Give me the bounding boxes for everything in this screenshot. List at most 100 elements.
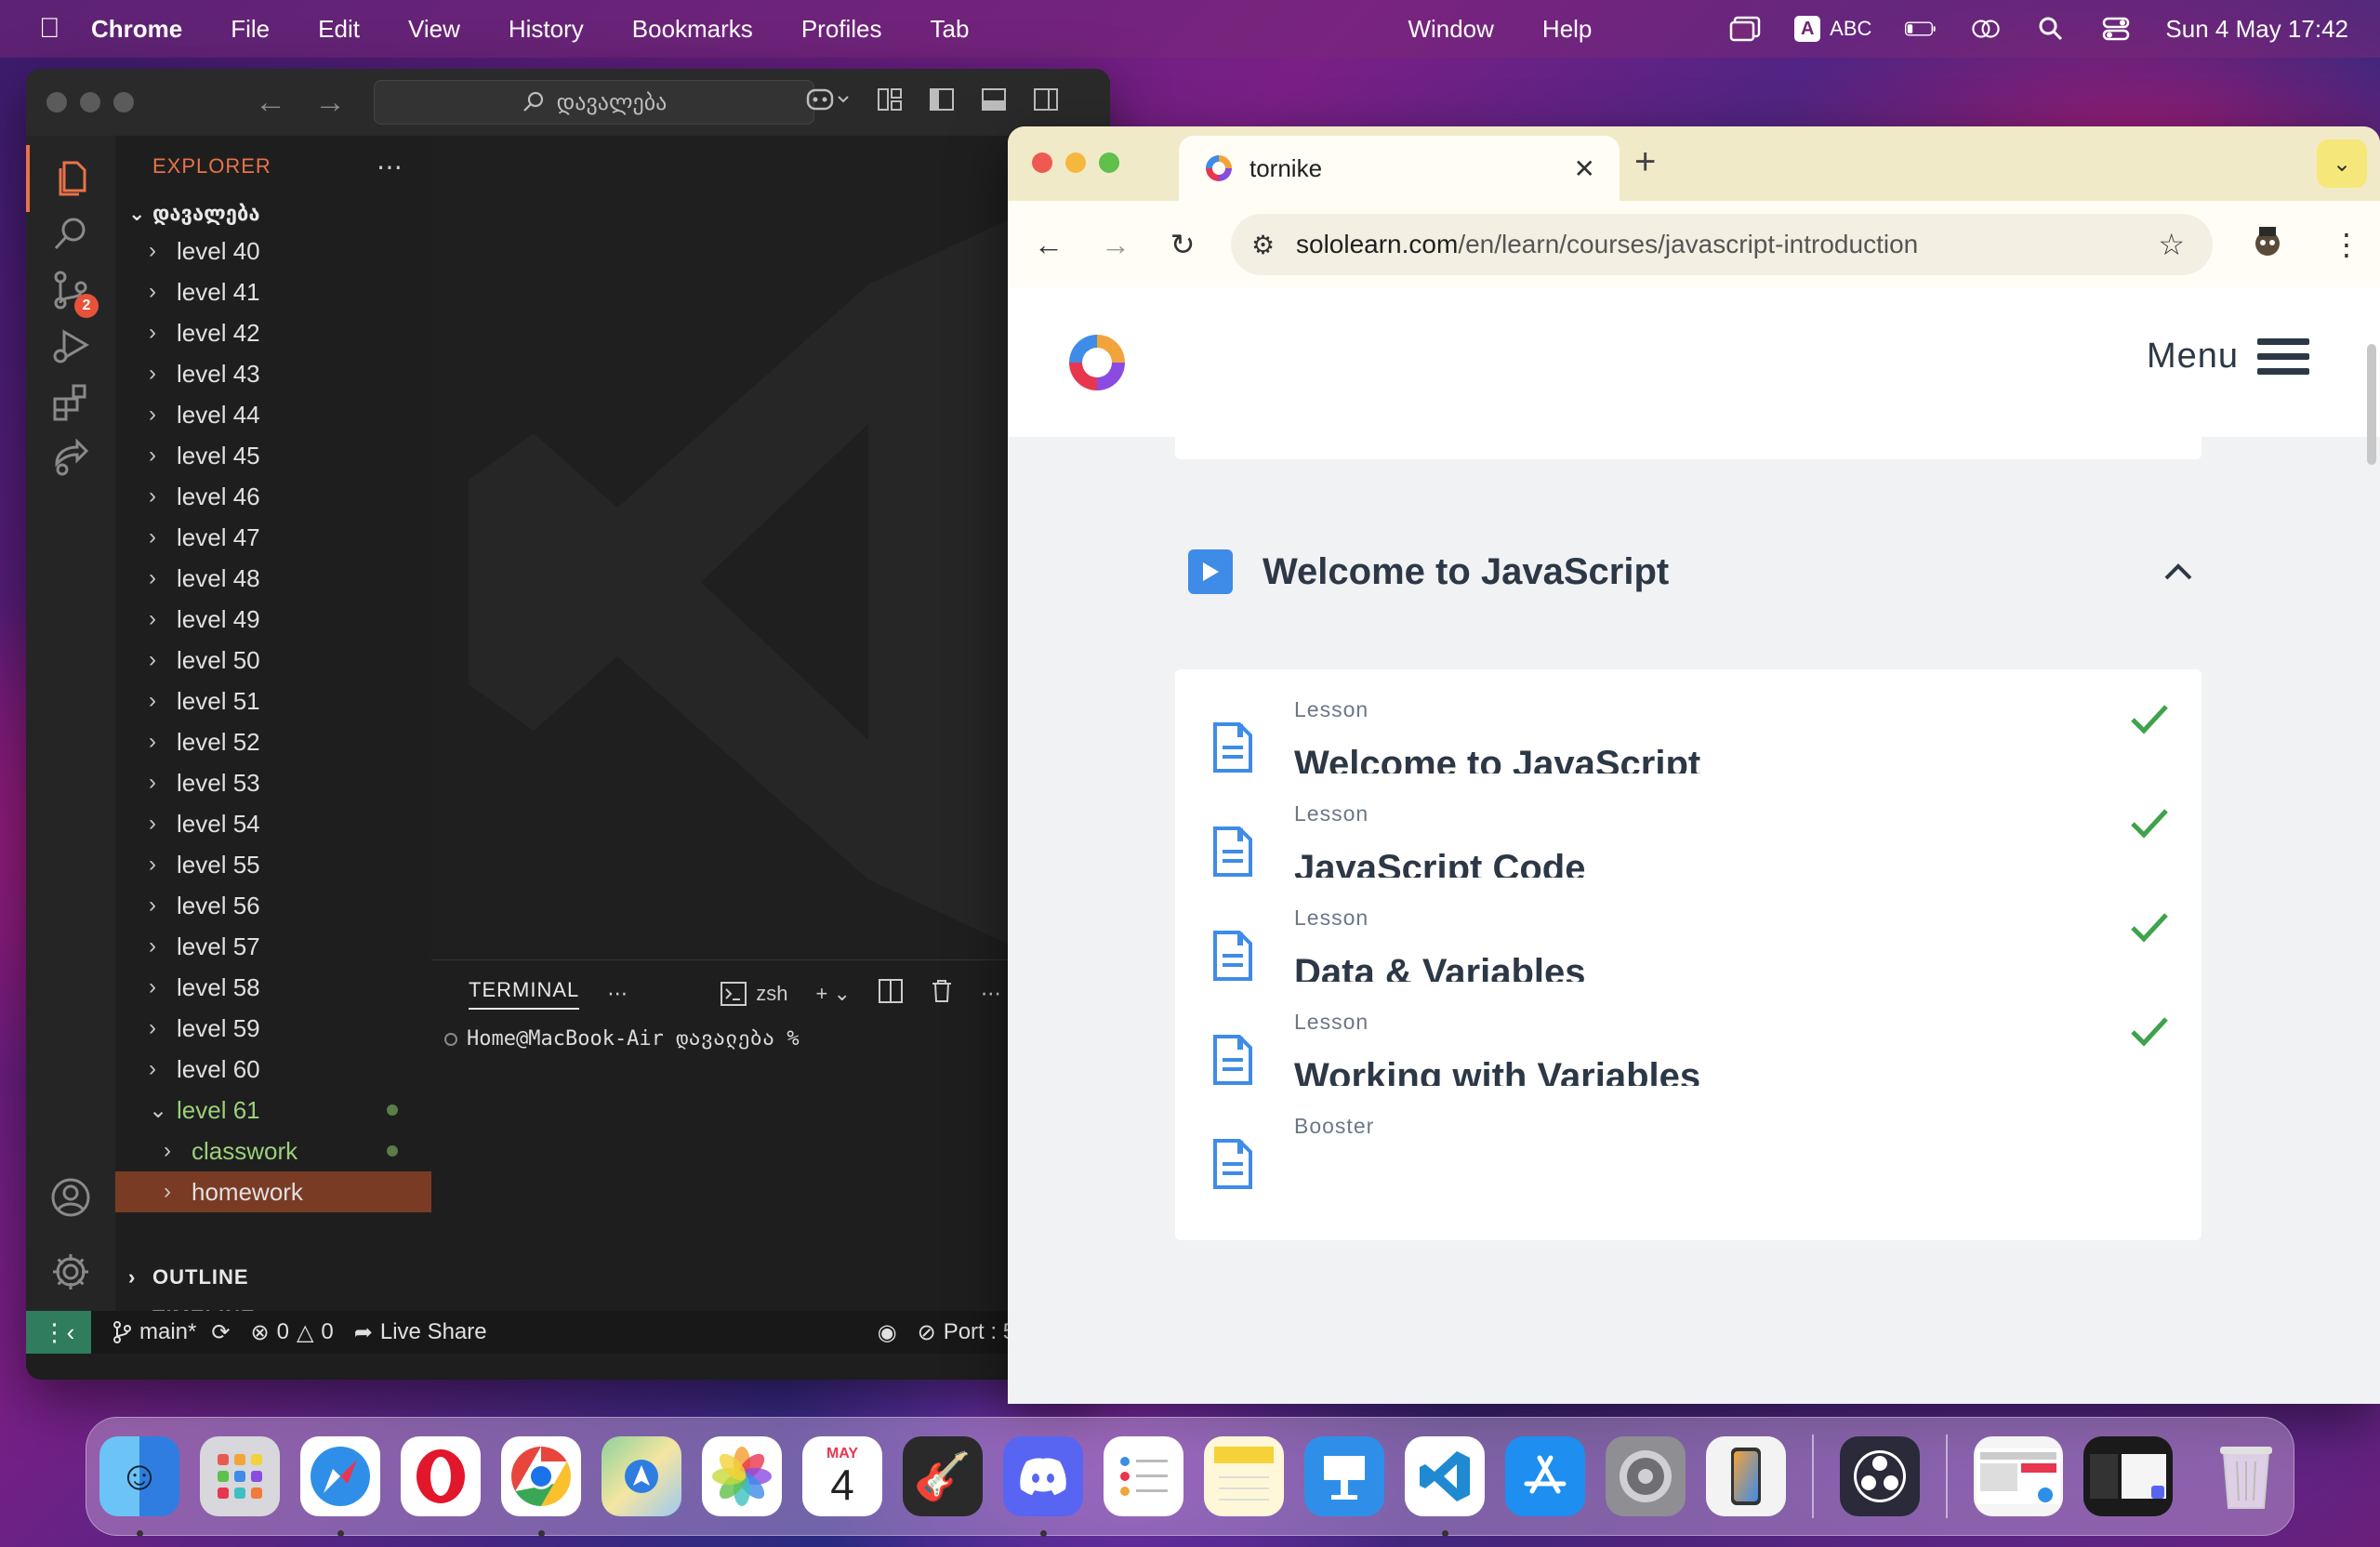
- profile-avatar[interactable]: [2252, 223, 2283, 266]
- folder-level-60[interactable]: › level 60: [115, 1049, 431, 1090]
- menu-clock[interactable]: Sun 4 May 17:42: [2165, 15, 2348, 44]
- folder-level-52[interactable]: › level 52: [115, 721, 431, 762]
- menu-history[interactable]: History: [509, 15, 584, 44]
- minimize-window-button[interactable]: [80, 92, 100, 112]
- back-arrow-icon[interactable]: ←: [255, 85, 286, 121]
- folder-level-42[interactable]: › level 42: [115, 312, 431, 353]
- menu-file[interactable]: File: [231, 15, 270, 44]
- folder-level-49[interactable]: › level 49: [115, 599, 431, 640]
- minimize-window-button[interactable]: [1065, 152, 1086, 173]
- back-button[interactable]: ←: [1015, 228, 1082, 262]
- control-center-icon[interactable]: [2100, 17, 2132, 41]
- dock-finder[interactable]: ☺: [99, 1436, 179, 1537]
- spotlight-search-icon[interactable]: [2035, 17, 2067, 41]
- accounts-activity[interactable]: [26, 1164, 115, 1231]
- folder-level-58[interactable]: › level 58: [115, 967, 431, 1008]
- chevron-up-icon[interactable]: [2155, 549, 2202, 595]
- dock-app-store[interactable]: [1505, 1436, 1585, 1516]
- folder-level-53[interactable]: › level 53: [115, 762, 431, 803]
- folder-level-43[interactable]: › level 43: [115, 353, 431, 394]
- copilot-icon[interactable]: [805, 86, 852, 120]
- terminal-shell-selector[interactable]: zsh: [721, 982, 788, 1006]
- dock-reminders[interactable]: [1104, 1436, 1183, 1516]
- menu-edit[interactable]: Edit: [318, 15, 360, 44]
- input-source[interactable]: A ABC: [1794, 16, 1871, 42]
- folder-classwork[interactable]: › classwork: [115, 1130, 431, 1171]
- dock-discord[interactable]: [1003, 1436, 1083, 1537]
- dock-system-settings[interactable]: [1606, 1436, 1686, 1516]
- menu-bookmarks[interactable]: Bookmarks: [632, 15, 753, 44]
- outline-section[interactable]: › OUTLINE: [115, 1257, 431, 1298]
- tab-terminal[interactable]: TERMINAL: [469, 978, 580, 1010]
- remote-indicator-icon[interactable]: ⋮‹: [26, 1311, 91, 1354]
- forward-button[interactable]: →: [1082, 228, 1149, 262]
- dock-photos[interactable]: [702, 1436, 782, 1516]
- folder-level-59[interactable]: › level 59: [115, 1008, 431, 1049]
- kill-terminal-icon[interactable]: [931, 979, 953, 1009]
- bookmark-star-icon[interactable]: ☆: [2158, 227, 2185, 262]
- toggle-secondary-sidebar-icon[interactable]: [1032, 86, 1060, 120]
- live-share-activity[interactable]: [26, 424, 115, 491]
- folder-level-41[interactable]: › level 41: [115, 271, 431, 312]
- dock-minimized-window-1[interactable]: [1974, 1436, 2063, 1516]
- folder-level-55[interactable]: › level 55: [115, 844, 431, 885]
- module-header[interactable]: Welcome to JavaScript: [1188, 539, 2202, 604]
- menu-profiles[interactable]: Profiles: [801, 15, 882, 44]
- new-terminal-icon[interactable]: + ⌄: [816, 982, 851, 1006]
- close-tab-icon[interactable]: ✕: [1574, 153, 1595, 184]
- menu-app-name[interactable]: Chrome: [91, 15, 182, 44]
- dock-minimized-window-2[interactable]: [2083, 1436, 2173, 1516]
- workspace-root-folder[interactable]: ⌄ დავალება: [115, 197, 431, 231]
- dock-obs[interactable]: [1840, 1436, 1920, 1516]
- dock-calendar[interactable]: MAY 4: [802, 1436, 882, 1516]
- menu-help[interactable]: Help: [1542, 15, 1592, 44]
- menu-window[interactable]: Window: [1408, 15, 1493, 44]
- dock-chrome[interactable]: [501, 1436, 581, 1537]
- problems-indicator[interactable]: ⊗ 0 △ 0: [250, 1319, 333, 1346]
- browser-tab[interactable]: tornike ✕: [1179, 136, 1620, 201]
- more-actions-icon[interactable]: ⋯: [377, 152, 403, 182]
- sync-icon[interactable]: ⟳: [211, 1319, 230, 1346]
- dock-trash[interactable]: [2206, 1436, 2286, 1516]
- tab-search-button[interactable]: ⌄: [2317, 139, 2367, 188]
- dock-opera[interactable]: [401, 1436, 481, 1516]
- site-info-icon[interactable]: ⚙: [1251, 230, 1275, 260]
- forward-arrow-icon[interactable]: →: [314, 85, 346, 121]
- chrome-menu-icon[interactable]: ⋮: [2332, 227, 2361, 262]
- zoom-window-button[interactable]: [113, 92, 134, 112]
- folder-level-48[interactable]: › level 48: [115, 558, 431, 599]
- toggle-primary-sidebar-icon[interactable]: [928, 86, 956, 120]
- dock-maps[interactable]: [602, 1436, 681, 1516]
- new-tab-button[interactable]: +: [1634, 141, 1656, 183]
- screen-mirroring-icon[interactable]: [1970, 17, 2002, 41]
- dock-garageband[interactable]: 🎸: [903, 1436, 983, 1516]
- command-center-search[interactable]: დავალება: [374, 80, 814, 125]
- sololearn-logo[interactable]: [1064, 329, 1130, 396]
- lesson-card[interactable]: Booster: [1175, 1086, 2202, 1240]
- folder-level-45[interactable]: › level 45: [115, 435, 431, 476]
- dock-notes[interactable]: [1204, 1436, 1284, 1516]
- customize-layout-icon[interactable]: [876, 86, 904, 120]
- folder-level-57[interactable]: › level 57: [115, 926, 431, 967]
- dock-keynote[interactable]: [1304, 1436, 1384, 1516]
- close-window-button[interactable]: [1032, 152, 1052, 173]
- folder-homework[interactable]: › homework: [115, 1171, 431, 1212]
- menu-tab[interactable]: Tab: [931, 15, 970, 44]
- dock-vscode[interactable]: [1405, 1436, 1485, 1537]
- folder-level-47[interactable]: › level 47: [115, 517, 431, 558]
- folder-level-50[interactable]: › level 50: [115, 640, 431, 681]
- folder-level-61[interactable]: ⌄ level 61: [115, 1090, 431, 1130]
- apple-menu-icon[interactable]: : [39, 13, 91, 45]
- terminal-more-icon[interactable]: ⋯: [981, 982, 1001, 1006]
- zoom-window-button[interactable]: [1099, 152, 1119, 173]
- page-scrollbar[interactable]: [2367, 344, 2376, 465]
- reload-button[interactable]: ↻: [1149, 227, 1216, 262]
- stage-manager-icon[interactable]: [1729, 16, 1761, 42]
- close-window-button[interactable]: [46, 92, 67, 112]
- folder-level-54[interactable]: › level 54: [115, 803, 431, 844]
- folder-level-44[interactable]: › level 44: [115, 394, 431, 435]
- battery-icon[interactable]: [1905, 17, 1937, 41]
- site-menu-button[interactable]: Menu: [2147, 337, 2309, 377]
- live-share-status[interactable]: ➦ Live Share: [354, 1319, 487, 1346]
- dock-safari[interactable]: [300, 1436, 380, 1537]
